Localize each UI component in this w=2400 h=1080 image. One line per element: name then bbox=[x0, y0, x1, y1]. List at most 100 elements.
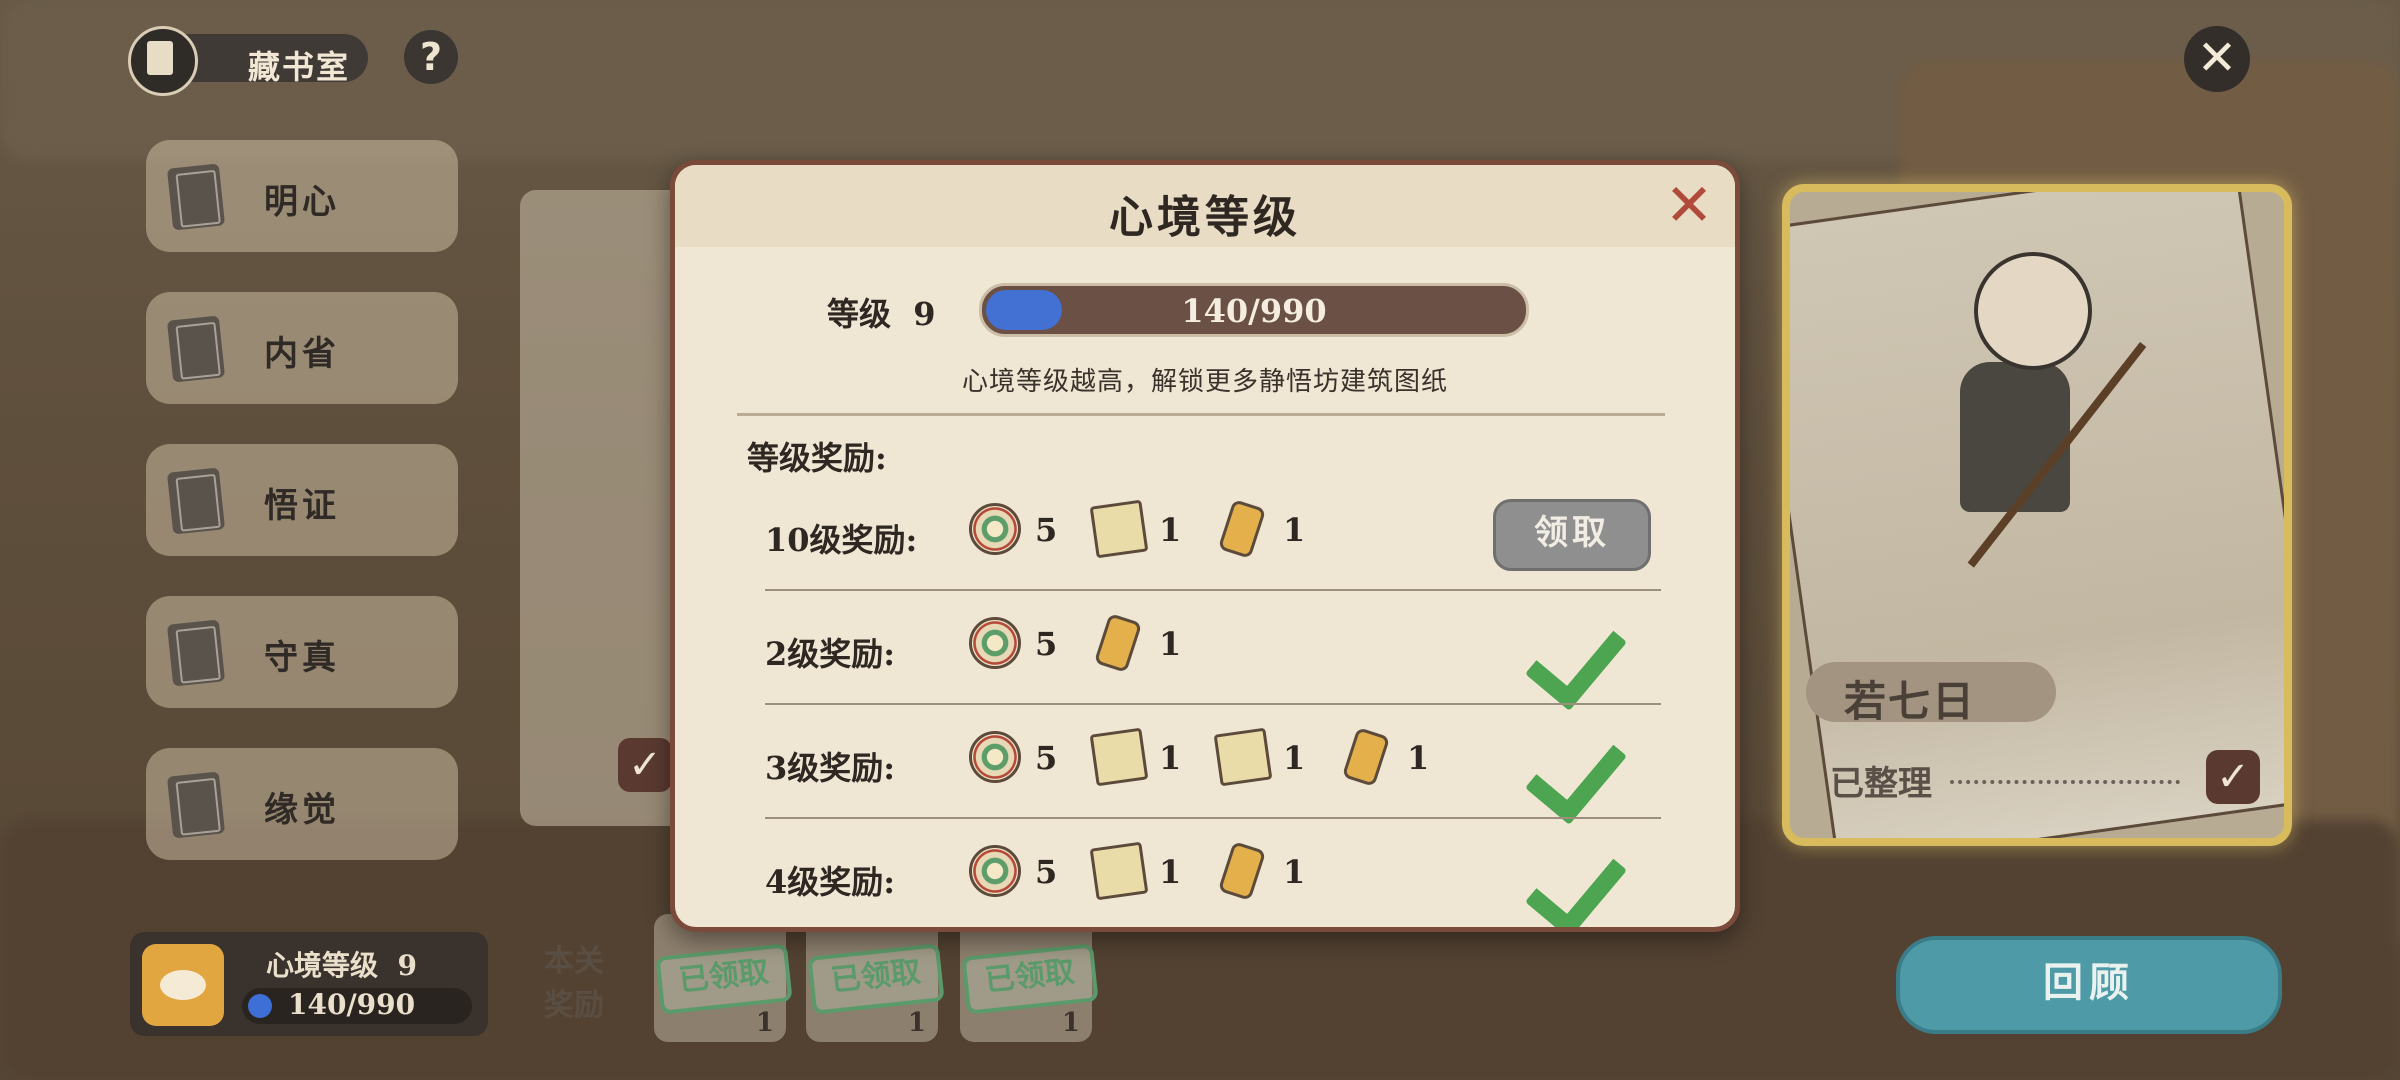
room-title-pill: 藏书室 bbox=[168, 34, 368, 86]
paper-icon bbox=[1089, 499, 1149, 559]
coin-icon bbox=[969, 617, 1021, 669]
claimed-check-icon bbox=[1537, 601, 1627, 681]
xp-progress-text: 140/990 bbox=[1181, 292, 1327, 330]
room-title: 藏书室 bbox=[128, 26, 368, 96]
scroll-icon bbox=[1093, 613, 1143, 673]
scroll-icon bbox=[1217, 499, 1267, 559]
paper-icon bbox=[1089, 841, 1149, 901]
reward-count: 5 bbox=[1035, 511, 1058, 549]
reward-row: 4级奖励: 5 1 1 bbox=[765, 821, 1671, 927]
book-icon bbox=[166, 467, 226, 535]
menu-item-yuanjue[interactable]: 缘觉 bbox=[146, 748, 458, 860]
mood-level-dialog: 心境等级 ✕ 等级 9 140/990 心境等级越高，解锁更多静悟坊建筑图纸 等… bbox=[670, 160, 1740, 932]
checkbox-icon: ✓ bbox=[2206, 750, 2260, 804]
level-label-text: 等级 bbox=[827, 295, 892, 333]
row-divider bbox=[765, 589, 1661, 591]
reward-count: 1 bbox=[1159, 511, 1182, 549]
reward-count: 1 bbox=[755, 1008, 774, 1038]
reward-count: 1 bbox=[1283, 739, 1306, 777]
character-card[interactable]: 若七日 已整理 ✓ bbox=[1782, 184, 2292, 846]
monk-illustration bbox=[1960, 362, 2070, 512]
character-status: 已整理 bbox=[1830, 764, 1932, 804]
reward-row: 10级奖励: 5 1 1 领取 bbox=[765, 479, 1671, 591]
claimed-check-icon bbox=[1537, 715, 1627, 795]
progress-dot-icon bbox=[248, 994, 272, 1018]
menu-item-label: 明心 bbox=[264, 182, 340, 222]
reward-count: 5 bbox=[1035, 739, 1058, 777]
reward-count: 5 bbox=[1035, 853, 1058, 891]
claimed-stamp: 已领取 bbox=[655, 943, 793, 1015]
reward-count: 5 bbox=[1035, 625, 1058, 663]
menu-item-wuzheng[interactable]: 悟证 bbox=[146, 444, 458, 556]
reward-count: 1 bbox=[1159, 739, 1182, 777]
level-label: 等级 9 bbox=[827, 289, 936, 335]
mood-level-value: 9 bbox=[397, 949, 417, 982]
scroll-icon bbox=[1217, 841, 1267, 901]
reward-row: 2级奖励: 5 1 bbox=[765, 593, 1671, 705]
claimed-stamp: 已领取 bbox=[807, 943, 945, 1015]
story-card-left[interactable] bbox=[520, 190, 670, 826]
reward-row-label: 4级奖励: bbox=[765, 863, 896, 901]
character-name: 若七日 bbox=[1844, 677, 1977, 726]
reward-count: 1 bbox=[907, 1008, 926, 1038]
rewards-title: 等级奖励: bbox=[747, 439, 887, 477]
book-icon bbox=[128, 26, 198, 96]
review-button[interactable]: 回顾 bbox=[1896, 936, 2282, 1034]
dotted-leader bbox=[1950, 780, 2180, 784]
row-divider bbox=[765, 703, 1661, 705]
reward-count: 1 bbox=[1159, 625, 1182, 663]
dialog-close-icon[interactable]: ✕ bbox=[1661, 176, 1717, 234]
reward-row-label: 2级奖励: bbox=[765, 635, 896, 673]
coin-icon bbox=[969, 731, 1021, 783]
stage-reward-label-1: 本关 bbox=[544, 944, 604, 979]
menu-item-label: 内省 bbox=[264, 334, 340, 374]
reward-count: 1 bbox=[1061, 1008, 1080, 1038]
menu-item-label: 悟证 bbox=[264, 486, 340, 526]
stage-reward-slot[interactable]: 已领取 1 bbox=[806, 914, 945, 1042]
menu-item-shouzhen[interactable]: 守真 bbox=[146, 596, 458, 708]
stage-reward-label-2: 奖励 bbox=[544, 988, 604, 1023]
lotus-icon bbox=[142, 944, 224, 1026]
monk-head bbox=[1974, 252, 2092, 370]
mood-level-status[interactable]: 心境等级 9 140/990 bbox=[130, 932, 488, 1036]
paper-icon bbox=[1213, 727, 1273, 787]
checkbox-icon: ✓ bbox=[618, 738, 672, 792]
dialog-title: 心境等级 bbox=[1109, 192, 1301, 243]
stage-reward-slot[interactable]: 已领取 1 bbox=[654, 914, 793, 1042]
claimed-stamp: 已领取 bbox=[961, 943, 1099, 1015]
close-button[interactable]: ✕ bbox=[2184, 26, 2250, 92]
character-name-tag: 若七日 bbox=[1806, 662, 2056, 726]
claimed-check-icon bbox=[1537, 829, 1627, 909]
claim-button[interactable]: 领取 bbox=[1493, 499, 1651, 571]
xp-progress-bar: 140/990 bbox=[979, 283, 1529, 337]
stage-reward-slot[interactable]: 已领取 1 bbox=[960, 914, 1099, 1042]
reward-count: 1 bbox=[1407, 739, 1430, 777]
level-value: 9 bbox=[913, 295, 936, 333]
reward-count: 1 bbox=[1159, 853, 1182, 891]
coin-icon bbox=[969, 845, 1021, 897]
room-title-text: 藏书室 bbox=[248, 48, 351, 86]
scroll-icon bbox=[1341, 727, 1391, 787]
help-button[interactable]: ? bbox=[404, 30, 458, 84]
book-icon bbox=[166, 163, 226, 231]
coin-icon bbox=[969, 503, 1021, 555]
menu-item-mingxin[interactable]: 明心 bbox=[146, 140, 458, 252]
mood-progress-text: 140/990 bbox=[288, 988, 416, 1021]
book-icon bbox=[166, 771, 226, 839]
reward-row-label: 10级奖励: bbox=[765, 521, 918, 559]
menu-item-label: 守真 bbox=[264, 638, 340, 678]
menu-item-neixing[interactable]: 内省 bbox=[146, 292, 458, 404]
reward-count: 1 bbox=[1283, 853, 1306, 891]
menu-item-label: 缘觉 bbox=[264, 790, 340, 830]
reward-row: 3级奖励: 5 1 1 1 bbox=[765, 707, 1671, 819]
book-icon bbox=[166, 619, 226, 687]
level-hint: 心境等级越高，解锁更多静悟坊建筑图纸 bbox=[961, 367, 1448, 397]
reward-row-label: 3级奖励: bbox=[765, 749, 896, 787]
paper-icon bbox=[1089, 727, 1149, 787]
row-divider bbox=[765, 817, 1661, 819]
divider bbox=[737, 413, 1665, 416]
book-icon bbox=[166, 315, 226, 383]
stage-reward-label: 本关 奖励 bbox=[544, 940, 604, 1028]
mood-level-label: 心境等级 bbox=[266, 949, 379, 982]
mood-level-text: 心境等级 9 bbox=[266, 944, 417, 984]
